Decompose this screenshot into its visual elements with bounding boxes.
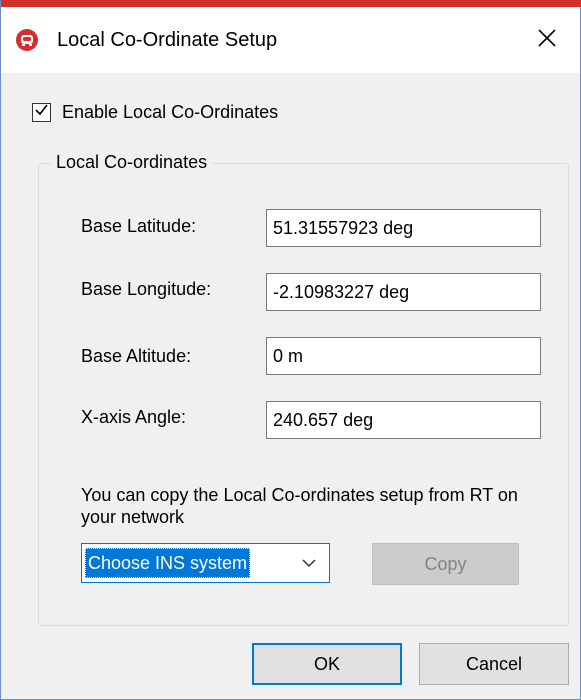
title-bar[interactable]: Local Co-Ordinate Setup: [1, 7, 580, 73]
group-legend: Local Co-ordinates: [51, 151, 213, 173]
chevron-down-icon[interactable]: [301, 556, 317, 570]
x-axis-angle-label: X-axis Angle:: [81, 407, 187, 427]
checkmark-icon: [34, 102, 49, 122]
dialog-window: Local Co-Ordinate Setup Enable Local Co-…: [0, 0, 581, 700]
copy-button[interactable]: Copy: [372, 543, 519, 585]
base-altitude-label: Base Altitude:: [81, 346, 192, 366]
x-axis-angle-input[interactable]: 240.657 deg: [266, 401, 541, 439]
enable-local-coords-label[interactable]: Enable Local Co-Ordinates: [62, 101, 278, 123]
cancel-button[interactable]: Cancel: [419, 643, 569, 685]
base-latitude-label: Base Latitude:: [81, 216, 197, 236]
app-logo-icon: [15, 28, 39, 52]
ins-system-select[interactable]: Choose INS system: [81, 543, 330, 583]
close-icon: [537, 28, 557, 53]
ins-system-select-value: Choose INS system: [85, 548, 251, 578]
window-title: Local Co-Ordinate Setup: [57, 29, 278, 51]
close-button[interactable]: [514, 7, 580, 73]
copy-setup-info-text: You can copy the Local Co-ordinates setu…: [81, 485, 518, 527]
window-top-accent: [1, 0, 581, 7]
enable-local-coords-row[interactable]: Enable Local Co-Ordinates: [32, 100, 278, 124]
base-longitude-input[interactable]: -2.10983227 deg: [266, 273, 541, 311]
ok-button[interactable]: OK: [252, 643, 402, 685]
base-longitude-label: Base Longitude:: [81, 279, 212, 299]
base-latitude-input[interactable]: 51.31557923 deg: [266, 209, 541, 247]
base-altitude-input[interactable]: 0 m: [266, 337, 541, 375]
enable-local-coords-checkbox[interactable]: [32, 102, 51, 122]
